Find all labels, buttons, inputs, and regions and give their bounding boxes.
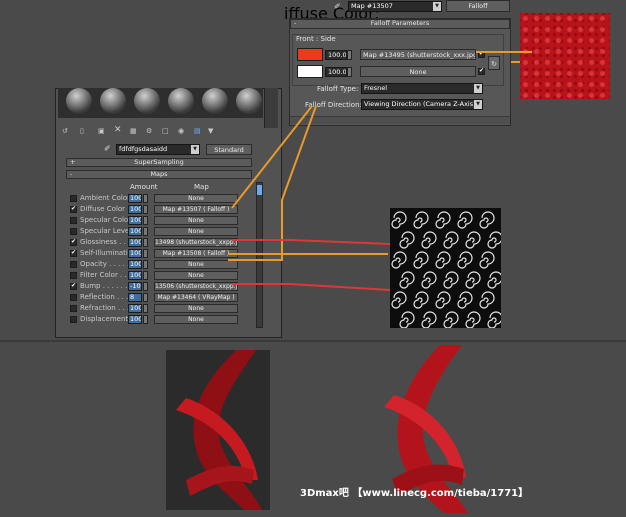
render-preview-dark: [166, 350, 270, 510]
connector-lines: [228, 51, 532, 291]
screenshot-stage: iffuse Color: ✐ Map #13507 ▼ Falloff - F…: [0, 0, 626, 513]
watermark-text: 3Dmax吧 【www.linecg.com/tieba/1771】: [300, 488, 529, 499]
twisted-shape-render: [176, 350, 262, 510]
